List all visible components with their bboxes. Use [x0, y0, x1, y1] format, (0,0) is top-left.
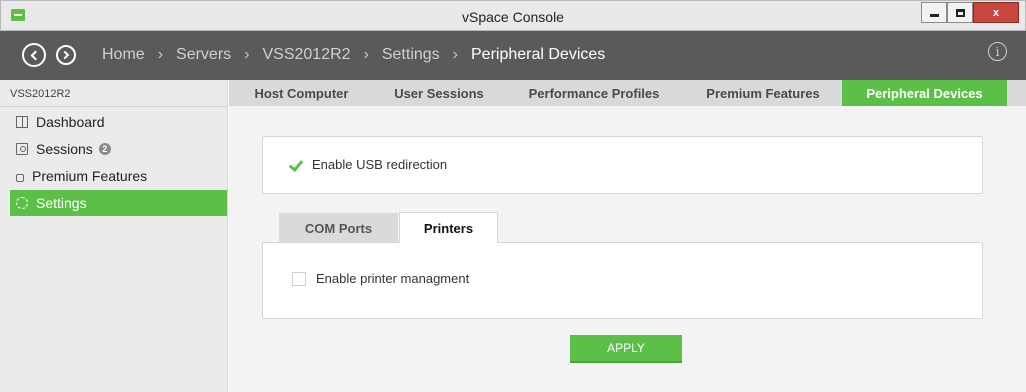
usb-card: Enable USB redirection	[262, 136, 983, 194]
divider	[0, 106, 228, 107]
checkbox-box	[292, 271, 306, 286]
back-button[interactable]	[22, 43, 46, 67]
tab-printers[interactable]: Printers	[399, 212, 498, 243]
sidebar-item-label: Settings	[36, 195, 87, 211]
maximize-button[interactable]	[947, 2, 973, 23]
sessions-icon	[16, 143, 28, 155]
chevron-left-icon	[30, 50, 41, 60]
sidebar-item-label: Sessions	[36, 141, 93, 157]
sidebar-item-premium-features[interactable]: Premium Features	[10, 163, 227, 189]
usb-redirection-label: Enable USB redirection	[312, 157, 448, 172]
breadcrumb-current: Peripheral Devices	[471, 46, 606, 63]
breadcrumb-separator: ›	[363, 46, 369, 63]
close-button[interactable]: x	[973, 2, 1019, 23]
tab-host-computer[interactable]: Host Computer	[229, 80, 374, 106]
sidebar-item-label: Premium Features	[32, 168, 148, 184]
tab-premium-features[interactable]: Premium Features	[684, 80, 842, 106]
apply-button[interactable]: APPLY	[570, 335, 682, 363]
sidebar-item-settings[interactable]: Settings	[10, 190, 227, 216]
sidebar-item-sessions[interactable]: Sessions 2	[10, 136, 227, 162]
breadcrumb-settings[interactable]: Settings	[382, 46, 440, 64]
window-titlebar: vSpace Console x	[0, 0, 1026, 31]
tab-user-sessions[interactable]: User Sessions	[374, 80, 504, 106]
sidebar-item-label: Dashboard	[36, 114, 105, 130]
breadcrumb-servers[interactable]: Servers	[176, 46, 231, 64]
checkmark-icon	[288, 158, 302, 172]
printer-card: Enable printer managment	[262, 242, 983, 319]
sidebar: VSS2012R2 Dashboard Sessions 2 Premium F…	[0, 80, 228, 392]
main-content: Enable USB redirection COM Ports Printer…	[229, 106, 1026, 392]
info-icon[interactable]: i	[988, 42, 1007, 61]
maximize-icon	[955, 8, 965, 17]
tab-peripheral-devices[interactable]: Peripheral Devices	[842, 80, 1007, 106]
usb-redirection-checkbox[interactable]: Enable USB redirection	[288, 157, 447, 172]
breadcrumb: Home › Servers › VSS2012R2 › Settings › …	[102, 46, 605, 64]
sessions-count-badge: 2	[98, 143, 111, 155]
minimize-button[interactable]	[921, 2, 947, 23]
breadcrumb-home[interactable]: Home	[102, 46, 145, 64]
window-title: vSpace Console	[462, 9, 564, 25]
printer-management-checkbox[interactable]: Enable printer managment	[292, 271, 469, 286]
close-icon: x	[992, 6, 1000, 19]
breadcrumb-separator: ›	[452, 46, 458, 63]
breadcrumb-separator: ›	[244, 46, 250, 63]
premium-features-icon	[16, 173, 24, 182]
server-name: VSS2012R2	[10, 88, 71, 100]
forward-button[interactable]	[56, 45, 76, 65]
printer-management-label: Enable printer managment	[316, 271, 470, 286]
breadcrumb-header: Home › Servers › VSS2012R2 › Settings › …	[0, 31, 1026, 80]
settings-tab-bar: Host Computer User Sessions Performance …	[229, 80, 1026, 106]
sidebar-item-dashboard[interactable]: Dashboard	[10, 109, 227, 135]
dashboard-icon	[16, 116, 28, 128]
tab-com-ports[interactable]: COM Ports	[279, 213, 398, 243]
breadcrumb-separator: ›	[157, 46, 164, 63]
minimize-icon	[929, 14, 939, 17]
settings-icon	[16, 197, 28, 209]
chevron-right-icon	[60, 50, 69, 60]
breadcrumb-server[interactable]: VSS2012R2	[262, 46, 350, 64]
tab-performance-profiles[interactable]: Performance Profiles	[504, 80, 684, 106]
